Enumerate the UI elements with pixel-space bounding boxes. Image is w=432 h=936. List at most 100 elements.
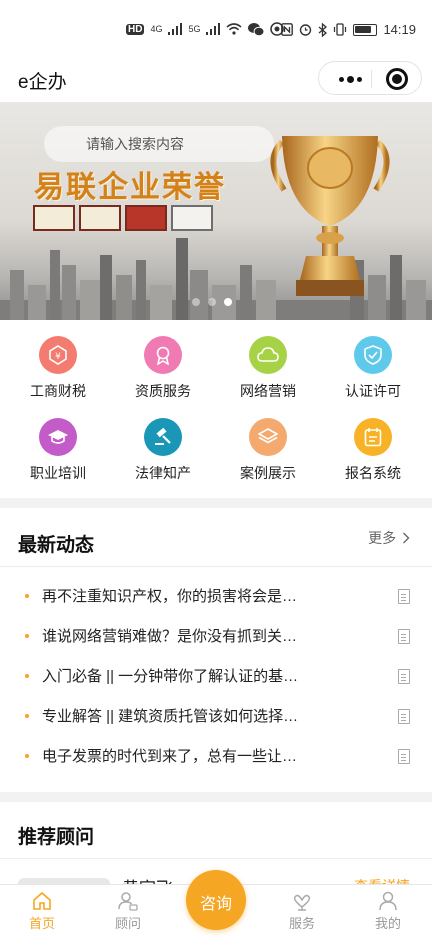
alarm-icon bbox=[300, 24, 312, 36]
trophy-image bbox=[270, 136, 390, 296]
status-time: 14:19 bbox=[383, 22, 416, 37]
category-training[interactable]: 职业培训 bbox=[8, 402, 108, 482]
news-more-link[interactable]: 更多 bbox=[368, 528, 410, 548]
hd-badge: HD bbox=[126, 23, 145, 35]
banner-headline: 易联企业荣誉 bbox=[34, 170, 226, 205]
category-label: 职业培训 bbox=[30, 465, 86, 481]
bullet-dot bbox=[25, 714, 29, 718]
consult-button[interactable]: 咨询 bbox=[186, 870, 246, 930]
chevron-right-icon bbox=[403, 532, 410, 544]
category-label: 认证许可 bbox=[345, 383, 401, 399]
category-qualification[interactable]: 资质服务 bbox=[113, 320, 213, 400]
tab-label: 顾问 bbox=[114, 916, 141, 931]
bullet-dot bbox=[25, 754, 29, 758]
advisors-header-divider bbox=[0, 858, 432, 859]
carousel-dots bbox=[192, 298, 232, 306]
document-icon bbox=[398, 669, 410, 684]
graduation-cap-icon bbox=[39, 418, 77, 456]
category-label: 报名系统 bbox=[345, 465, 401, 481]
category-tax[interactable]: ¥ 工商财税 bbox=[8, 320, 108, 400]
svg-text:¥: ¥ bbox=[55, 352, 61, 362]
more-link-label: 更多 bbox=[368, 530, 397, 546]
plaque-image bbox=[79, 205, 121, 231]
tax-icon: ¥ bbox=[39, 336, 77, 374]
nav-bar: e企办 bbox=[0, 56, 432, 102]
carousel-dot-active[interactable] bbox=[224, 298, 232, 306]
banner-search-pill[interactable]: 请输入搜索内容 bbox=[44, 126, 274, 162]
category-marketing[interactable]: 网络营销 bbox=[218, 320, 318, 400]
category-label: 工商财税 bbox=[30, 383, 86, 399]
news-list-item[interactable]: 入门必备 || 一分钟带你了解认证的基… bbox=[0, 656, 432, 696]
advisor-icon bbox=[118, 892, 138, 911]
document-icon bbox=[398, 629, 410, 644]
banner-carousel[interactable]: 请输入搜索内容 易联企业荣誉 bbox=[0, 102, 432, 320]
close-miniprogram-icon[interactable] bbox=[386, 68, 408, 90]
news-list-item[interactable]: 电子发票的时代到来了，总有一些让… bbox=[0, 736, 432, 776]
layers-icon bbox=[249, 418, 287, 456]
bullet-dot bbox=[25, 594, 29, 598]
user-icon bbox=[379, 891, 397, 911]
wechat-icon bbox=[248, 22, 265, 36]
news-section-title: 最新动态 bbox=[18, 535, 95, 556]
shield-check-icon bbox=[354, 336, 392, 374]
news-headline: 谁说网络营销难做？是你没有抓到关… bbox=[42, 628, 298, 645]
category-registration[interactable]: 报名系统 bbox=[323, 402, 423, 482]
miniprogram-capsule bbox=[318, 61, 422, 95]
category-label: 案例展示 bbox=[240, 465, 296, 481]
carousel-dot[interactable] bbox=[208, 298, 216, 306]
section-divider bbox=[0, 792, 432, 802]
signal-icon-2 bbox=[206, 23, 221, 35]
bluetooth-icon bbox=[319, 22, 328, 37]
signal-icon bbox=[168, 23, 183, 35]
category-cases[interactable]: 案例展示 bbox=[218, 402, 318, 482]
network-label-2: 5G bbox=[188, 24, 201, 34]
service-category-grid: ¥ 工商财税 资质服务 网络营销 认证许可 职业培训 法律知产 案例展示 报名系… bbox=[0, 320, 432, 498]
tab-label: 首页 bbox=[28, 916, 55, 931]
home-icon bbox=[33, 891, 51, 910]
consult-label: 咨询 bbox=[199, 896, 232, 913]
category-label: 网络营销 bbox=[240, 383, 296, 399]
news-headline: 专业解答 || 建筑资质托管该如何选择… bbox=[42, 708, 299, 725]
tab-mine[interactable]: 我的 bbox=[348, 885, 428, 936]
status-right-icons: 14:19 bbox=[281, 22, 416, 37]
news-list-item[interactable]: 谁说网络营销难做？是你没有抓到关… bbox=[0, 616, 432, 656]
tab-label: 服务 bbox=[288, 916, 315, 931]
section-divider bbox=[0, 498, 432, 508]
network-label-1: 4G bbox=[150, 24, 163, 34]
wifi-icon bbox=[226, 23, 243, 35]
category-label: 资质服务 bbox=[135, 383, 191, 399]
honor-plaques bbox=[33, 205, 213, 231]
status-left-icons: HD 4G 5G bbox=[126, 22, 285, 36]
news-headline: 再不注重知识产权，你的损害将会是… bbox=[42, 588, 298, 605]
tab-service[interactable]: 服务 bbox=[262, 885, 342, 936]
news-headline: 电子发票的时代到来了，总有一些让… bbox=[42, 748, 298, 765]
nfc-icon bbox=[281, 23, 294, 36]
document-icon bbox=[398, 589, 410, 604]
gavel-icon bbox=[144, 418, 182, 456]
battery-icon bbox=[353, 23, 378, 36]
capsule-divider bbox=[371, 70, 372, 88]
news-header-divider bbox=[0, 566, 432, 567]
plaque-image bbox=[125, 205, 167, 231]
tab-label: 我的 bbox=[374, 916, 401, 931]
news-list-item[interactable]: 再不注重知识产权，你的损害将会是… bbox=[0, 576, 432, 616]
document-icon bbox=[398, 749, 410, 764]
tab-advisor[interactable]: 顾问 bbox=[88, 885, 168, 936]
carousel-dot[interactable] bbox=[192, 298, 200, 306]
plaque-image bbox=[33, 205, 75, 231]
advisors-section-title: 推荐顾问 bbox=[18, 827, 95, 848]
news-headline: 入门必备 || 一分钟带你了解认证的基… bbox=[42, 668, 299, 685]
vibrate-icon bbox=[334, 23, 347, 36]
cloud-icon bbox=[249, 336, 287, 374]
service-heart-icon bbox=[293, 894, 311, 911]
more-menu-icon[interactable] bbox=[333, 69, 367, 89]
category-legal[interactable]: 法律知产 bbox=[113, 402, 213, 482]
category-certification[interactable]: 认证许可 bbox=[323, 320, 423, 400]
status-bar: HD 4G 5G 14:19 bbox=[0, 0, 432, 56]
search-placeholder: 请输入搜索内容 bbox=[86, 136, 184, 152]
bullet-dot bbox=[25, 634, 29, 638]
tab-home[interactable]: 首页 bbox=[2, 885, 82, 936]
bullet-dot bbox=[25, 674, 29, 678]
form-icon bbox=[354, 418, 392, 456]
news-list-item[interactable]: 专业解答 || 建筑资质托管该如何选择… bbox=[0, 696, 432, 736]
